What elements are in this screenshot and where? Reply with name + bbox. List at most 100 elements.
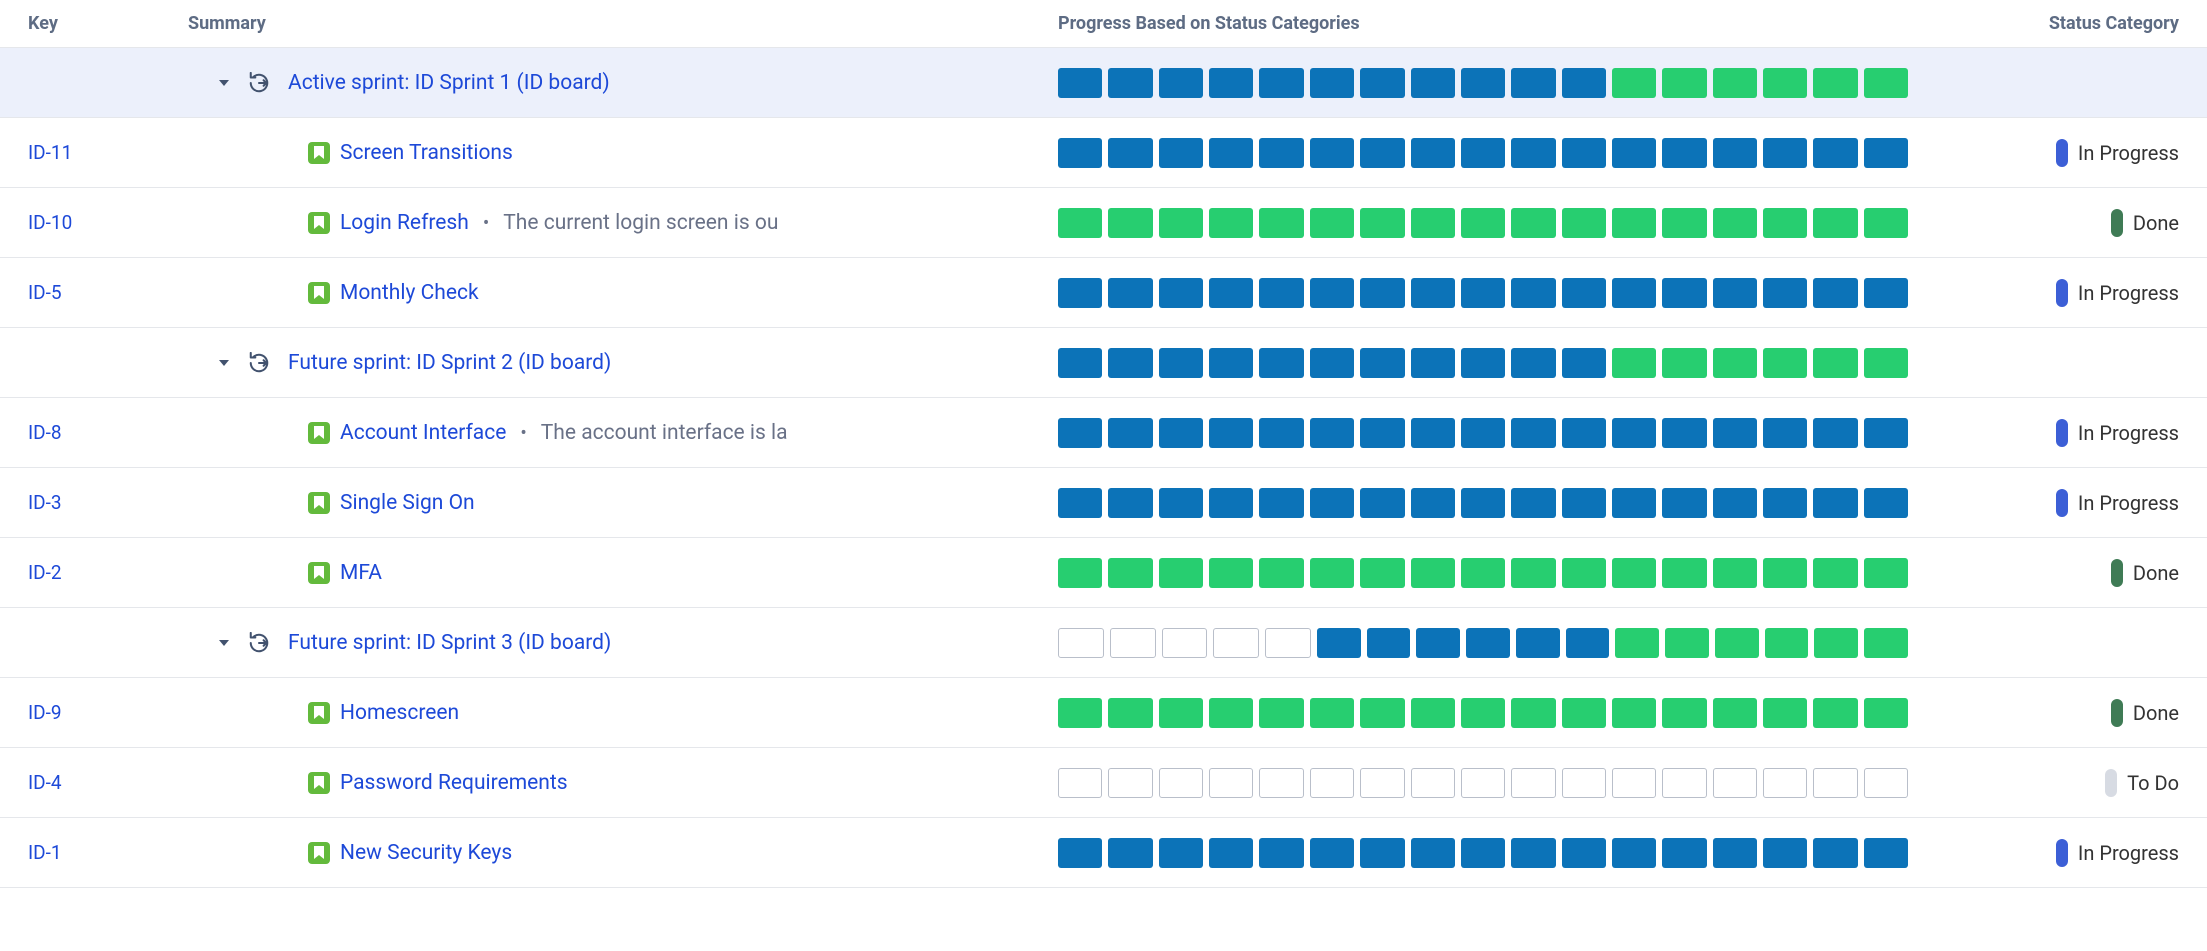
- desc-separator: •: [520, 421, 526, 444]
- status-label: In Progress: [2078, 281, 2179, 305]
- progress-segment-inprogress: [1360, 278, 1404, 308]
- progress-segment-done: [1713, 208, 1757, 238]
- progress-segment-inprogress: [1511, 488, 1555, 518]
- status-cell: In Progress: [2056, 839, 2179, 867]
- issue-summary-link[interactable]: Homescreen: [340, 701, 459, 725]
- progress-bar[interactable]: [1058, 278, 1908, 308]
- issue-summary-link[interactable]: Password Requirements: [340, 771, 568, 795]
- story-icon: [308, 212, 330, 234]
- issue-key-link[interactable]: ID-4: [28, 771, 62, 794]
- progress-segment-inprogress: [1159, 418, 1203, 448]
- status-cell: In Progress: [2056, 279, 2179, 307]
- status-pill: [2056, 139, 2068, 167]
- summary-cell: Homescreen: [188, 701, 1058, 725]
- progress-segment-inprogress: [1360, 348, 1404, 378]
- status-cell: Done: [2111, 559, 2179, 587]
- status-cell: Done: [2111, 209, 2179, 237]
- progress-segment-inprogress: [1511, 838, 1555, 868]
- progress-segment-inprogress: [1562, 488, 1606, 518]
- issue-key-link[interactable]: ID-5: [28, 281, 62, 304]
- progress-segment-inprogress: [1864, 278, 1908, 308]
- key-cell: ID-1: [28, 841, 188, 864]
- progress-segment-done: [1411, 208, 1455, 238]
- summary-cell: MFA: [188, 561, 1058, 585]
- progress-segment-done: [1864, 698, 1908, 728]
- progress-segment-inprogress: [1360, 488, 1404, 518]
- progress-segment-done: [1259, 698, 1303, 728]
- progress-segment-inprogress: [1259, 278, 1303, 308]
- header-summary[interactable]: Summary: [188, 13, 1058, 34]
- progress-segment-todo: [1713, 768, 1757, 798]
- table-row: ID-4Password RequirementsTo Do: [0, 748, 2207, 818]
- progress-bar[interactable]: [1058, 68, 1908, 98]
- sprint-link[interactable]: Active sprint: ID Sprint 1 (ID board): [288, 71, 610, 95]
- progress-segment-todo: [1213, 628, 1259, 658]
- status-label: In Progress: [2078, 141, 2179, 165]
- chevron-down-icon[interactable]: [218, 637, 230, 649]
- chevron-down-icon[interactable]: [218, 77, 230, 89]
- progress-segment-inprogress: [1058, 348, 1102, 378]
- progress-segment-done: [1864, 68, 1908, 98]
- issue-summary-link[interactable]: Single Sign On: [340, 491, 475, 515]
- progress-segment-done: [1562, 208, 1606, 238]
- issue-summary-link[interactable]: Monthly Check: [340, 281, 479, 305]
- progress-segment-inprogress: [1058, 278, 1102, 308]
- progress-segment-inprogress: [1411, 348, 1455, 378]
- progress-bar[interactable]: [1058, 768, 1908, 798]
- issue-summary-link[interactable]: Login Refresh: [340, 211, 469, 235]
- progress-segment-done: [1461, 208, 1505, 238]
- progress-segment-inprogress: [1612, 488, 1656, 518]
- progress-cell: [1058, 838, 1929, 868]
- issue-key-link[interactable]: ID-11: [28, 141, 72, 164]
- progress-segment-done: [1209, 208, 1253, 238]
- issue-key-link[interactable]: ID-3: [28, 491, 62, 514]
- status-label: Done: [2133, 561, 2179, 585]
- progress-bar[interactable]: [1058, 488, 1908, 518]
- progress-bar[interactable]: [1058, 348, 1908, 378]
- issue-summary-link[interactable]: Screen Transitions: [340, 141, 513, 165]
- header-status[interactable]: Status Category: [2049, 13, 2179, 34]
- chevron-down-icon[interactable]: [218, 357, 230, 369]
- table-header-row: Key Summary Progress Based on Status Cat…: [0, 0, 2207, 48]
- issue-summary-link[interactable]: MFA: [340, 561, 382, 585]
- progress-segment-inprogress: [1108, 68, 1152, 98]
- progress-bar[interactable]: [1058, 698, 1908, 728]
- header-key[interactable]: Key: [28, 13, 188, 34]
- summary-cell: Screen Transitions: [188, 141, 1058, 165]
- progress-segment-done: [1813, 68, 1857, 98]
- issue-key-link[interactable]: ID-8: [28, 421, 62, 444]
- progress-cell: [1058, 278, 1929, 308]
- progress-segment-inprogress: [1058, 418, 1102, 448]
- issue-key-link[interactable]: ID-9: [28, 701, 62, 724]
- progress-bar[interactable]: [1058, 418, 1908, 448]
- progress-segment-inprogress: [1461, 68, 1505, 98]
- sprint-link[interactable]: Future sprint: ID Sprint 3 (ID board): [288, 631, 611, 655]
- issue-key-link[interactable]: ID-10: [28, 211, 72, 234]
- progress-bar[interactable]: [1058, 208, 1908, 238]
- issue-key-link[interactable]: ID-1: [28, 841, 62, 864]
- progress-segment-todo: [1310, 768, 1354, 798]
- progress-bar[interactable]: [1058, 838, 1908, 868]
- sprint-link[interactable]: Future sprint: ID Sprint 2 (ID board): [288, 351, 611, 375]
- progress-segment-inprogress: [1813, 488, 1857, 518]
- progress-segment-inprogress: [1562, 418, 1606, 448]
- progress-segment-inprogress: [1562, 68, 1606, 98]
- progress-bar[interactable]: [1058, 138, 1908, 168]
- progress-bar[interactable]: [1058, 558, 1908, 588]
- progress-segment-done: [1562, 698, 1606, 728]
- status-label: Done: [2133, 701, 2179, 725]
- status-pill: [2056, 489, 2068, 517]
- issue-key-link[interactable]: ID-2: [28, 561, 62, 584]
- progress-segment-inprogress: [1562, 838, 1606, 868]
- status-label: In Progress: [2078, 841, 2179, 865]
- progress-segment-inprogress: [1108, 418, 1152, 448]
- header-progress[interactable]: Progress Based on Status Categories: [1058, 13, 1929, 34]
- progress-segment-todo: [1159, 768, 1203, 798]
- issue-summary-link[interactable]: Account Interface: [340, 421, 506, 445]
- status-cell: In Progress: [2056, 139, 2179, 167]
- key-cell: ID-10: [28, 211, 188, 234]
- progress-segment-inprogress: [1360, 838, 1404, 868]
- issue-summary-link[interactable]: New Security Keys: [340, 841, 512, 865]
- progress-segment-inprogress: [1763, 278, 1807, 308]
- progress-bar[interactable]: [1058, 628, 1908, 658]
